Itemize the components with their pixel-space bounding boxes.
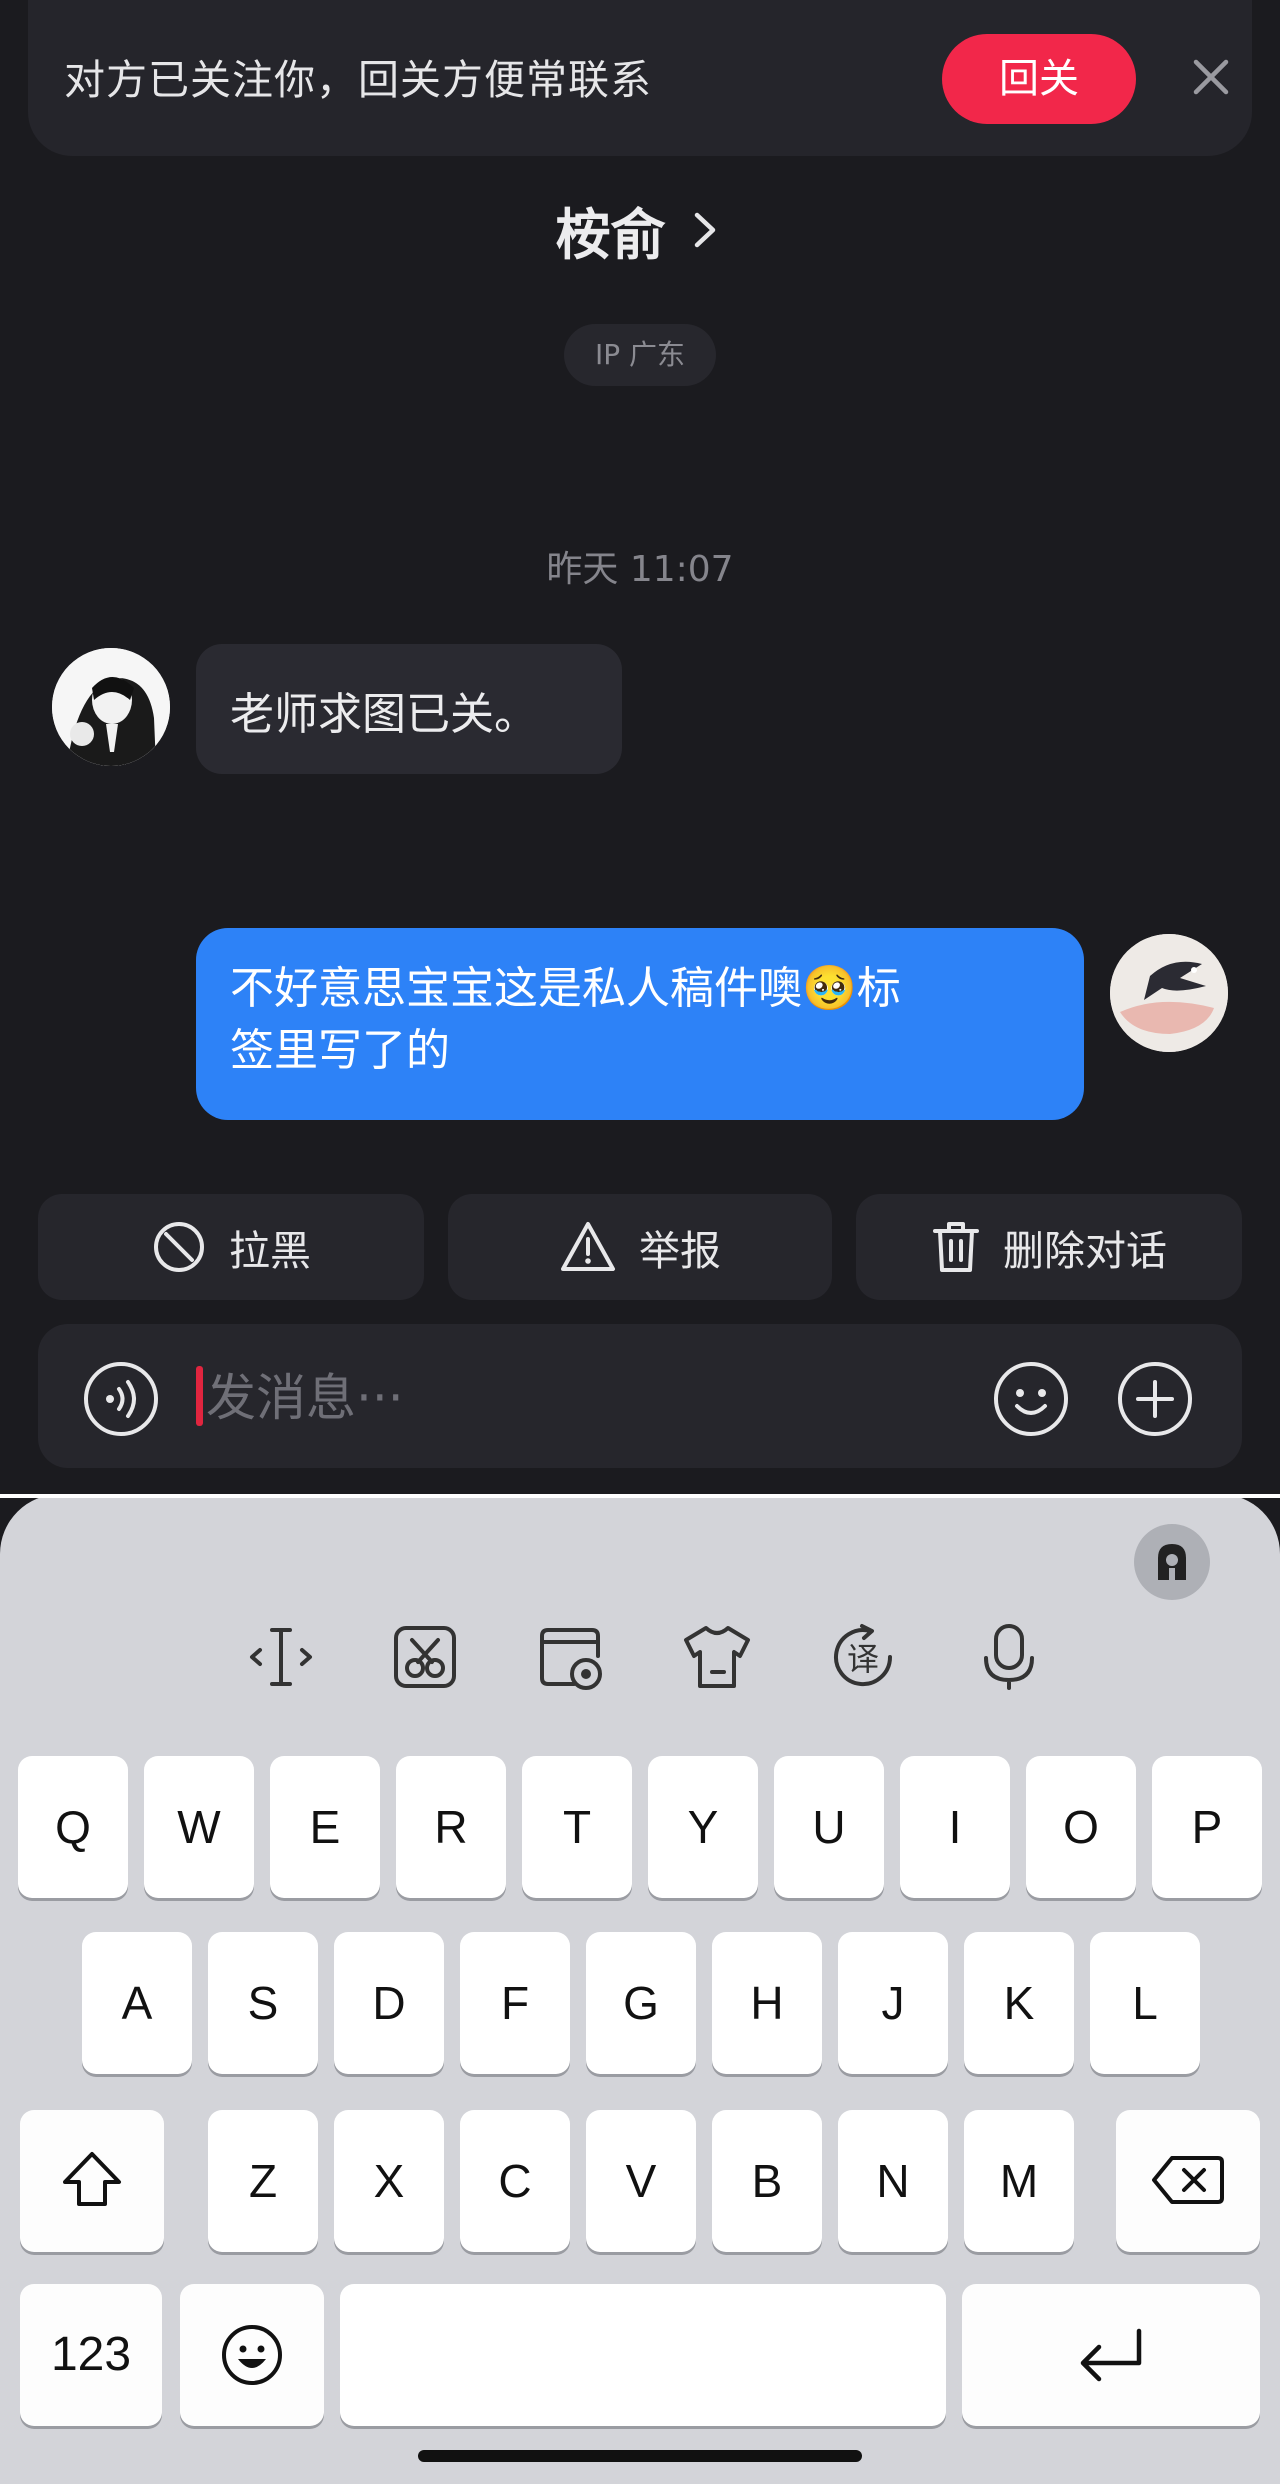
keyboard: 译 QWERTYUIOP ASDFGHJKL ZXCVBNM 123 [0, 1494, 1280, 2484]
plus-icon[interactable] [1116, 1360, 1194, 1438]
key-i[interactable]: I [900, 1756, 1010, 1898]
keyboard-app-icon[interactable] [1134, 1524, 1210, 1600]
keyboard-divider [0, 1494, 1280, 1498]
key-d[interactable]: D [334, 1932, 444, 2074]
block-button[interactable]: 拉黑 [38, 1194, 424, 1300]
key-n[interactable]: N [838, 2110, 948, 2252]
block-label: 拉黑 [229, 1227, 311, 1275]
skin-icon[interactable] [680, 1620, 754, 1694]
voice-icon[interactable] [82, 1360, 160, 1438]
outgoing-message-bubble[interactable]: 不好意思宝宝这是私人稿件噢🥹标 签里写了的 [196, 928, 1084, 1120]
follow-back-banner: 对方已关注你，回关方便常联系 回关 [28, 0, 1252, 156]
emoji-icon[interactable] [992, 1360, 1070, 1438]
contact-name[interactable]: 桉俞 [555, 203, 665, 267]
ip-location-badge: IP 广东 [564, 324, 716, 386]
key-s[interactable]: S [208, 1932, 318, 2074]
message-input[interactable]: 发消息··· [206, 1358, 404, 1430]
screenshot-icon[interactable] [534, 1620, 608, 1694]
space-key[interactable] [340, 2284, 946, 2426]
outgoing-message-line: 签里写了的 [230, 1025, 450, 1076]
key-w[interactable]: W [144, 1756, 254, 1898]
key-j[interactable]: J [838, 1932, 948, 2074]
backspace-key[interactable] [1116, 2110, 1260, 2252]
key-q[interactable]: Q [18, 1756, 128, 1898]
shift-key[interactable] [20, 2110, 164, 2252]
chat-screen: 对方已关注你，回关方便常联系 回关 桉俞 IP 广东 昨天 11:07 老师求图… [0, 0, 1280, 1494]
key-u[interactable]: U [774, 1756, 884, 1898]
key-z[interactable]: Z [208, 2110, 318, 2252]
clipboard-icon[interactable] [388, 1620, 462, 1694]
text-cursor [196, 1366, 203, 1426]
message-timestamp: 昨天 11:07 [546, 549, 734, 590]
svg-text:译: 译 [847, 1640, 879, 1678]
follow-back-message: 对方已关注你，回关方便常联系 [64, 56, 652, 104]
emoji-key[interactable] [180, 2284, 324, 2426]
contact-avatar[interactable] [52, 648, 170, 766]
key-x[interactable]: X [334, 2110, 444, 2252]
key-c[interactable]: C [460, 2110, 570, 2252]
close-icon[interactable] [1184, 50, 1238, 104]
home-indicator[interactable] [418, 2450, 862, 2462]
key-y[interactable]: Y [648, 1756, 758, 1898]
key-f[interactable]: F [460, 1932, 570, 2074]
trash-icon [933, 1222, 979, 1272]
key-t[interactable]: T [522, 1756, 632, 1898]
key-v[interactable]: V [586, 2110, 696, 2252]
user-avatar[interactable] [1110, 934, 1228, 1052]
microphone-icon[interactable] [972, 1620, 1046, 1694]
key-e[interactable]: E [270, 1756, 380, 1898]
contact-header[interactable]: 桉俞 [0, 190, 1280, 270]
key-k[interactable]: K [964, 1932, 1074, 2074]
key-a[interactable]: A [82, 1932, 192, 2074]
key-h[interactable]: H [712, 1932, 822, 2074]
key-l[interactable]: L [1090, 1932, 1200, 2074]
translate-icon[interactable]: 译 [826, 1620, 900, 1694]
key-p[interactable]: P [1152, 1756, 1262, 1898]
key-r[interactable]: R [396, 1756, 506, 1898]
block-icon [154, 1222, 204, 1272]
key-m[interactable]: M [964, 2110, 1074, 2252]
incoming-message-bubble[interactable]: 老师求图已关。 [196, 644, 622, 774]
report-label: 举报 [639, 1227, 721, 1275]
report-button[interactable]: 举报 [448, 1194, 832, 1300]
return-key[interactable] [962, 2284, 1260, 2426]
delete-chat-button[interactable]: 删除对话 [856, 1194, 1242, 1300]
key-o[interactable]: O [1026, 1756, 1136, 1898]
outgoing-message-line: 不好意思宝宝这是私人稿件噢🥹标 [230, 963, 901, 1014]
message-composer: 发消息··· [38, 1324, 1242, 1468]
warning-icon [561, 1222, 615, 1271]
key-b[interactable]: B [712, 2110, 822, 2252]
delete-chat-label: 删除对话 [1003, 1227, 1167, 1275]
key-g[interactable]: G [586, 1932, 696, 2074]
follow-back-button[interactable]: 回关 [942, 34, 1136, 124]
cursor-move-icon[interactable] [244, 1620, 318, 1694]
numbers-key[interactable]: 123 [20, 2284, 162, 2426]
chevron-right-icon [694, 212, 715, 248]
